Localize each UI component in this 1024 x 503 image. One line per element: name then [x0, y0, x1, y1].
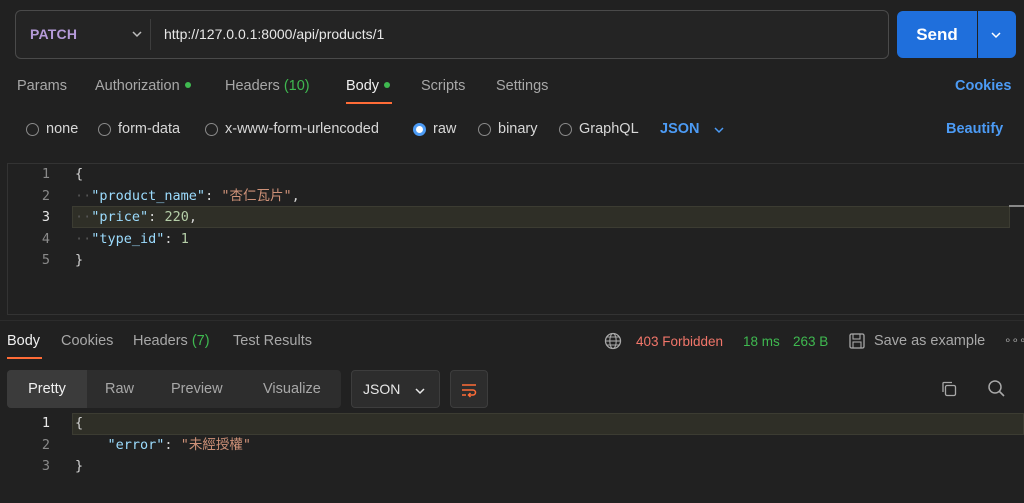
code-open-brace: { — [75, 415, 84, 431]
line-number: 2 — [41, 436, 50, 453]
divider — [150, 19, 151, 50]
radio-circle-selected — [413, 122, 426, 136]
response-tab-body[interactable]: Body — [7, 333, 40, 349]
search-icon[interactable] — [987, 379, 1006, 398]
view-pretty-button[interactable]: Pretty — [7, 370, 87, 408]
line-number: 3 — [41, 209, 50, 225]
response-size[interactable]: 263 B — [793, 334, 828, 349]
wrap-lines-icon — [462, 384, 477, 398]
tab-settings[interactable]: Settings — [496, 78, 548, 94]
radio-form-data[interactable]: form-data — [98, 121, 180, 137]
wrap-lines-button[interactable] — [450, 370, 488, 408]
send-button[interactable]: Send — [897, 11, 977, 58]
status-badge[interactable]: 403 Forbidden — [636, 334, 723, 349]
line-number: 5 — [41, 252, 50, 268]
json-key: "product_name" — [91, 187, 206, 204]
status-dot — [384, 82, 391, 88]
format-label: JSON — [363, 381, 401, 397]
tab-label: Authorization — [95, 78, 180, 94]
line-number: 1 — [41, 166, 50, 182]
radio-circle — [478, 122, 491, 136]
active-tab-indicator — [7, 357, 42, 359]
response-time[interactable]: 18 ms — [743, 334, 780, 349]
radio-graphql[interactable]: GraphQL — [559, 121, 639, 137]
tab-scripts[interactable]: Scripts — [421, 78, 465, 94]
copy-icon[interactable] — [940, 380, 958, 398]
json-value: 220 — [164, 209, 189, 225]
tab-authorization[interactable]: Authorization — [95, 78, 191, 94]
globe-icon[interactable] — [604, 332, 622, 350]
tab-label: Headers — [133, 333, 188, 349]
view-raw-button[interactable]: Raw — [105, 381, 134, 397]
code-line: "error": "未經授權" — [107, 436, 251, 453]
radio-raw[interactable]: raw — [413, 121, 456, 137]
radio-label: form-data — [118, 121, 181, 137]
json-key: "price" — [91, 209, 149, 225]
radio-circle — [98, 122, 111, 136]
radio-label: GraphQL — [579, 121, 639, 137]
chevron-down-icon — [991, 32, 1001, 39]
headers-count: (10) — [283, 78, 310, 94]
radio-label: binary — [498, 121, 538, 137]
chevron-down-icon[interactable] — [131, 28, 143, 40]
beautify-button[interactable]: Beautify — [946, 121, 1003, 137]
send-options-button[interactable] — [978, 11, 1016, 58]
chevron-down-icon[interactable] — [713, 124, 725, 136]
url-bar: PATCH http://127.0.0.1:8000/api/products… — [15, 10, 889, 59]
json-key: "error" — [107, 436, 165, 453]
response-tab-headers[interactable]: Headers (7) — [133, 333, 210, 349]
code-close-brace: } — [75, 252, 84, 268]
line-number: 1 — [41, 415, 50, 431]
active-line-highlight — [72, 206, 1010, 228]
radio-label: none — [46, 121, 79, 137]
pane-divider[interactable] — [0, 320, 1024, 321]
active-tab-indicator — [346, 102, 392, 104]
radio-label: raw — [433, 121, 457, 137]
radio-none[interactable]: none — [26, 121, 78, 137]
json-value: 1 — [180, 230, 189, 247]
method-select[interactable]: PATCH — [30, 26, 77, 42]
url-input[interactable]: http://127.0.0.1:8000/api/products/1 — [164, 26, 384, 42]
radio-binary[interactable]: binary — [478, 121, 538, 137]
status-dot — [184, 82, 191, 88]
headers-count: (7) — [191, 333, 210, 349]
chevron-down-icon — [415, 388, 425, 395]
scrollbar-marker — [1009, 205, 1024, 207]
radio-circle — [26, 122, 39, 136]
cookies-link[interactable]: Cookies — [955, 78, 1011, 94]
code-line: ··"product_name": "杏仁瓦片", — [75, 187, 300, 204]
tab-body[interactable]: Body — [346, 78, 391, 94]
more-options-icon[interactable]: ∘∘∘ — [1004, 333, 1024, 347]
radio-label: x-www-form-urlencoded — [225, 121, 379, 137]
code-line: ··"type_id": 1 — [75, 230, 189, 247]
json-value: "杏仁瓦片" — [221, 187, 292, 204]
json-value: "未經授權" — [180, 436, 251, 453]
json-key: "type_id" — [91, 230, 165, 247]
tab-headers[interactable]: Headers (10) — [225, 78, 310, 94]
save-icon[interactable] — [848, 332, 866, 350]
line-number: 4 — [41, 230, 50, 247]
response-format-select[interactable]: JSON — [351, 370, 440, 408]
code-close-brace: } — [75, 458, 84, 474]
save-as-example-button[interactable]: Save as example — [874, 333, 985, 349]
tab-label: Headers — [225, 78, 280, 94]
code-open-brace: { — [75, 166, 84, 182]
response-tab-test-results[interactable]: Test Results — [233, 333, 312, 349]
view-preview-button[interactable]: Preview — [171, 381, 223, 397]
line-number: 2 — [41, 187, 50, 204]
active-line-highlight — [72, 413, 1024, 435]
radio-circle — [205, 122, 218, 136]
tab-params[interactable]: Params — [17, 78, 67, 94]
code-line: ··"price": 220, — [75, 209, 197, 225]
radio-circle — [559, 122, 572, 136]
tab-label: Body — [346, 78, 380, 94]
response-tab-cookies[interactable]: Cookies — [61, 333, 113, 349]
radio-urlencoded[interactable]: x-www-form-urlencoded — [205, 121, 379, 137]
body-format-select[interactable]: JSON — [660, 121, 700, 137]
line-number: 3 — [41, 458, 50, 474]
view-visualize-button[interactable]: Visualize — [263, 381, 321, 397]
